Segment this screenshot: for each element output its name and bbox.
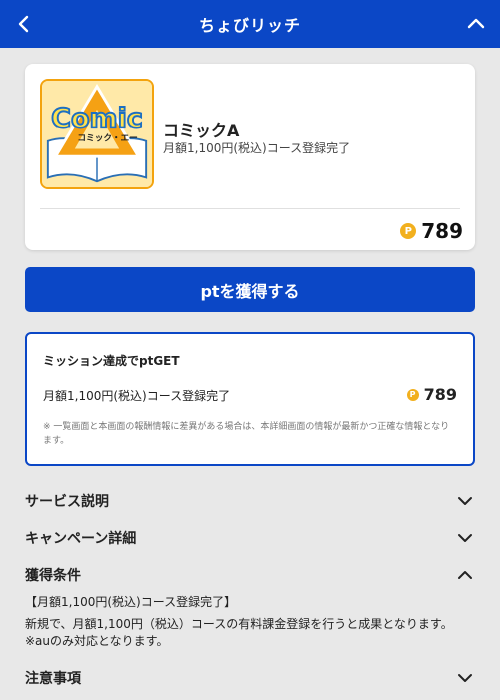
chevron-down-icon: [455, 491, 475, 511]
point-coin-icon: P: [400, 223, 417, 239]
get-points-button[interactable]: ptを獲得する: [25, 267, 475, 312]
mission-note: ※ 一覧画面と本画面の報酬情報に差異がある場合は、本詳細画面の情報が最新かつ正確…: [43, 422, 450, 446]
section-label: 注意事項: [25, 671, 81, 687]
page-title: ちょびリッチ: [198, 16, 301, 35]
mission-points: P 789: [406, 385, 457, 404]
conditions-body: 【月額1,100円(税込)コース登録完了】 新規で、月額1,100円（税込）コー…: [25, 594, 475, 650]
service-condition: 月額1,100円(税込)コース登録完了: [163, 141, 351, 155]
section-label: サービス説明: [25, 494, 109, 510]
mission-box: ミッション達成でptGET 月額1,100円(税込)コース登録完了 P 789 …: [25, 332, 475, 466]
card-divider: [40, 208, 460, 209]
logo-word: Comic: [51, 103, 143, 134]
chevron-up-icon[interactable]: [464, 12, 488, 36]
service-name: コミックA: [163, 121, 240, 140]
point-coin-icon: P: [406, 388, 419, 401]
mission-title: ミッション達成でptGET: [43, 354, 180, 368]
conditions-line: 【月額1,100円(税込)コース登録完了】: [25, 595, 237, 609]
section-acquisition-conditions[interactable]: 獲得条件: [25, 563, 475, 587]
section-notes[interactable]: 注意事項: [25, 666, 475, 690]
conditions-line: ※auのみ対応となります。: [25, 634, 169, 648]
chevron-down-icon: [455, 668, 475, 688]
chevron-down-icon: [455, 528, 475, 548]
section-label: 獲得条件: [25, 568, 81, 584]
chevron-left-icon[interactable]: [12, 12, 36, 36]
section-label: キャンペーン詳細: [25, 531, 137, 547]
conditions-line: 新規で、月額1,100円（税込）コースの有料課金登録を行うと成果となります。: [25, 617, 453, 631]
app-header: ちょびリッチ: [0, 0, 500, 48]
service-logo: Comic コミック・エー: [40, 79, 154, 189]
logo-subtitle: コミック・エー: [77, 133, 137, 144]
mission-condition: 月額1,100円(税込)コース登録完了: [43, 389, 231, 403]
chevron-up-icon: [455, 565, 475, 585]
section-service-description[interactable]: サービス説明: [25, 489, 475, 513]
service-points: P 789: [400, 219, 463, 243]
section-campaign-details[interactable]: キャンペーン詳細: [25, 526, 475, 550]
points-value: 789: [421, 219, 463, 243]
mission-points-value: 789: [423, 385, 457, 404]
service-card: Comic コミック・エー コミックA 月額1,100円(税込)コース登録完了 …: [25, 64, 475, 250]
